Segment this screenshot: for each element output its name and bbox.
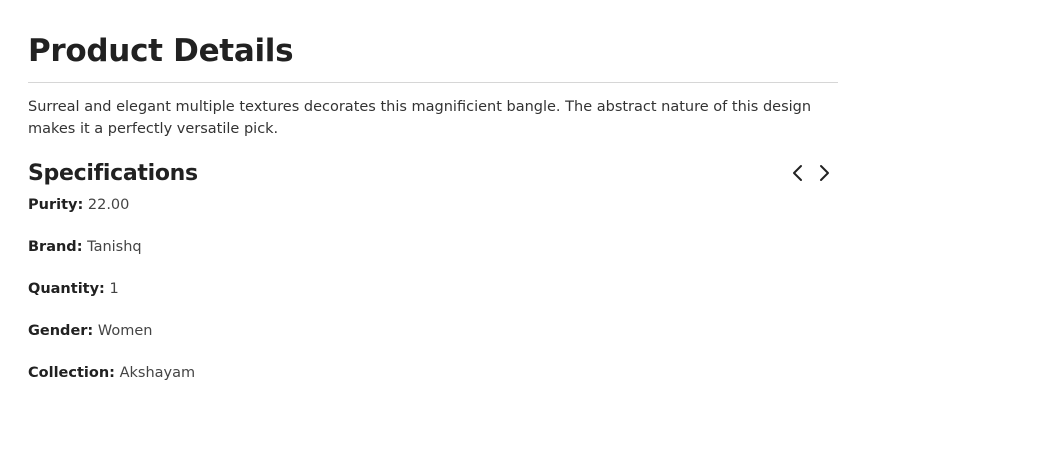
product-details-panel: Product Details Surreal and elegant mult…	[28, 30, 838, 404]
prev-button[interactable]	[788, 161, 808, 185]
spec-value: Akshayam	[119, 365, 196, 381]
spec-row-gender: Gender: Women	[28, 320, 838, 362]
next-button[interactable]	[814, 161, 834, 185]
specifications-list: Purity: 22.00 Brand: Tanishq Quantity: 1…	[28, 194, 838, 404]
spec-key: Quantity:	[28, 281, 105, 297]
product-description: Surreal and elegant multiple textures de…	[28, 99, 812, 137]
spec-value: 1	[109, 281, 119, 297]
chevron-left-icon	[793, 165, 802, 181]
spec-value: 22.00	[87, 197, 130, 213]
spec-nav-arrows	[788, 161, 834, 185]
spec-value: Tanishq	[87, 239, 142, 255]
title-divider	[28, 82, 838, 83]
spec-row-brand: Brand: Tanishq	[28, 236, 838, 278]
spec-key: Brand:	[28, 239, 83, 255]
spec-row-purity: Purity: 22.00	[28, 194, 838, 236]
spec-key: Gender:	[28, 323, 94, 339]
specifications-title: Specifications	[28, 160, 198, 186]
spec-key: Purity:	[28, 197, 84, 213]
spec-row-quantity: Quantity: 1	[28, 278, 838, 320]
page-title: Product Details	[28, 33, 294, 69]
spec-row-collection: Collection: Akshayam	[28, 362, 838, 404]
specifications-header: Specifications	[28, 158, 838, 188]
spec-key: Collection:	[28, 365, 115, 381]
spec-value: Women	[97, 323, 153, 339]
chevron-right-icon	[820, 165, 829, 181]
